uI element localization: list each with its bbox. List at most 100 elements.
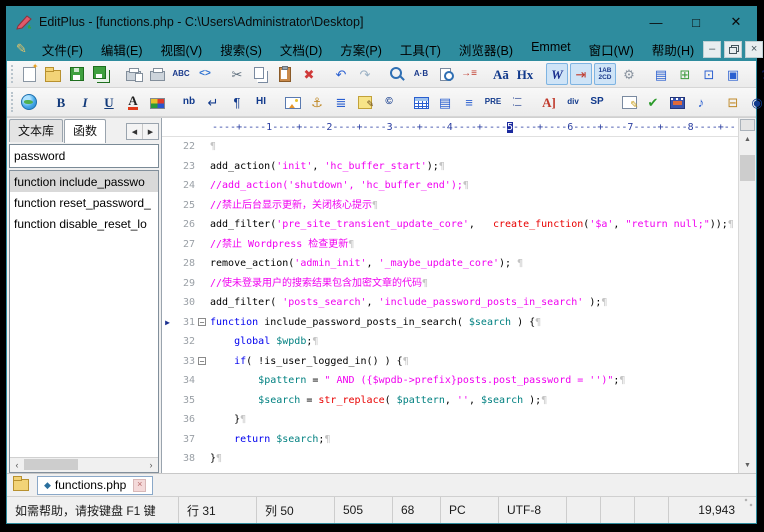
find-button[interactable] bbox=[386, 63, 408, 85]
radio-button-button[interactable]: ◉ bbox=[746, 91, 764, 113]
menu-item-1[interactable]: 文件(F) bbox=[33, 37, 92, 62]
case-toggle-button[interactable]: Aā bbox=[490, 63, 512, 85]
code-text[interactable]: $search = str_replace( $pattern, '', $se… bbox=[210, 391, 738, 411]
code-editor[interactable]: ----+----1----+----2----+----3----+----4… bbox=[161, 118, 738, 473]
image-button[interactable] bbox=[282, 91, 304, 113]
underline-button[interactable]: U bbox=[98, 91, 120, 113]
textarea-button[interactable]: ▤ bbox=[434, 91, 456, 113]
hscroll-track[interactable] bbox=[24, 458, 144, 472]
media-button[interactable] bbox=[666, 91, 688, 113]
tab-scroll-right-button[interactable]: ▶ bbox=[142, 124, 158, 139]
preferences-button[interactable]: ⚙ bbox=[618, 63, 640, 85]
function-list-item[interactable]: function disable_reset_lo bbox=[10, 213, 158, 234]
fold-marker-icon[interactable] bbox=[195, 313, 210, 333]
function-list-item[interactable]: function include_passwo bbox=[10, 171, 158, 192]
code-line[interactable]: 22¶ bbox=[162, 137, 738, 157]
title-bar[interactable]: EditPlus - [functions.php - C:\Users\Adm… bbox=[7, 7, 756, 37]
horizontal-rule-button[interactable]: ≣ bbox=[330, 91, 352, 113]
toolbar-drag-handle[interactable] bbox=[11, 65, 13, 83]
code-text[interactable]: add_action('init', 'hc_buffer_start');¶ bbox=[210, 157, 738, 177]
sidebar-tab-functions[interactable]: 函数 bbox=[64, 119, 106, 143]
form-edit-button[interactable] bbox=[618, 91, 640, 113]
close-button[interactable]: ✕ bbox=[716, 7, 756, 37]
user-tools-button[interactable]: ⊡ bbox=[698, 63, 720, 85]
sidebar-horizontal-scrollbar[interactable]: ‹› bbox=[10, 457, 158, 472]
font-color-button[interactable]: A bbox=[122, 91, 144, 113]
script-button[interactable]: ✔ bbox=[642, 91, 664, 113]
code-text[interactable]: return $search;¶ bbox=[210, 430, 738, 450]
code-line[interactable]: 23add_action('init', 'hc_buffer_start');… bbox=[162, 157, 738, 177]
paragraph-button[interactable]: ¶ bbox=[226, 91, 248, 113]
resize-grip[interactable] bbox=[743, 497, 756, 523]
code-text[interactable]: add_filter( 'posts_search', 'include_pas… bbox=[210, 293, 738, 313]
word-wrap-button[interactable]: W bbox=[546, 63, 568, 85]
scroll-down-arrow[interactable]: ▼ bbox=[739, 458, 756, 473]
save-button[interactable] bbox=[66, 63, 88, 85]
font-tag-button[interactable]: A] bbox=[538, 91, 560, 113]
undo-button[interactable]: ↶ bbox=[330, 63, 352, 85]
code-line[interactable]: 27//禁止 Wordpress 检查更新¶ bbox=[162, 235, 738, 255]
tab-scroll-left-button[interactable]: ◀ bbox=[127, 124, 142, 139]
sidebar-tab-cliptext[interactable]: 文本库 bbox=[9, 119, 63, 142]
new-file-button[interactable] bbox=[18, 63, 40, 85]
goto-line-button[interactable]: →≡ bbox=[458, 63, 480, 85]
tab-close-icon[interactable]: × bbox=[133, 479, 146, 492]
hex-viewer-button[interactable]: Hx bbox=[514, 63, 536, 85]
folder-icon[interactable] bbox=[13, 479, 29, 491]
open-file-button[interactable] bbox=[42, 63, 64, 85]
code-line[interactable]: 34 $pattern = " AND ({$wpdb->prefix}post… bbox=[162, 371, 738, 391]
menu-item-7[interactable]: 工具(T) bbox=[391, 37, 450, 62]
delete-button[interactable]: ✖ bbox=[298, 63, 320, 85]
toolbar-drag-handle[interactable] bbox=[11, 92, 13, 112]
code-line[interactable]: 29//使未登录用户的搜索结果包含加密文章的代码¶ bbox=[162, 274, 738, 294]
code-line[interactable]: 30add_filter( 'posts_search', 'include_p… bbox=[162, 293, 738, 313]
color-palette-button[interactable] bbox=[146, 91, 168, 113]
code-line[interactable]: 35 $search = str_replace( $pattern, '', … bbox=[162, 391, 738, 411]
code-text[interactable]: ¶ bbox=[210, 137, 738, 157]
div-tag-button[interactable]: div bbox=[562, 91, 584, 113]
code-line[interactable]: 26add_filter('pre_site_transient_update_… bbox=[162, 215, 738, 235]
code-text[interactable]: //禁止后台显示更新，关闭核心提示¶ bbox=[210, 196, 738, 216]
menu-item-3[interactable]: 视图(V) bbox=[152, 37, 212, 62]
code-line[interactable]: 25//禁止后台显示更新，关闭核心提示¶ bbox=[162, 196, 738, 216]
center-text-button[interactable]: ≡ bbox=[458, 91, 480, 113]
fieldset-button[interactable]: ⊟ bbox=[722, 91, 744, 113]
code-line[interactable]: 36 }¶ bbox=[162, 410, 738, 430]
fold-marker-icon[interactable] bbox=[195, 352, 210, 372]
code-text[interactable]: remove_action('admin_init', '_maybe_upda… bbox=[210, 254, 738, 274]
code-text[interactable]: $pattern = " AND ({$wpdb->prefix}posts.p… bbox=[210, 371, 738, 391]
italic-button[interactable]: I bbox=[74, 91, 96, 113]
code-line[interactable]: 37 return $search;¶ bbox=[162, 430, 738, 450]
code-text[interactable]: if( !is_user_logged_in() ) {¶ bbox=[210, 352, 738, 372]
print-button[interactable] bbox=[146, 63, 168, 85]
html-tags-button[interactable]: <> bbox=[194, 63, 216, 85]
scroll-thumb[interactable] bbox=[740, 155, 755, 181]
find-in-files-button[interactable] bbox=[434, 63, 456, 85]
function-list-item[interactable]: function reset_password_ bbox=[10, 192, 158, 213]
code-text[interactable]: //add_action('shutdown', 'hc_buffer_end'… bbox=[210, 176, 738, 196]
code-text[interactable]: global $wpdb;¶ bbox=[210, 332, 738, 352]
function-search-input[interactable] bbox=[9, 144, 159, 168]
mdi-close-button[interactable]: × bbox=[745, 41, 763, 58]
nbsp-button[interactable]: nb bbox=[178, 91, 200, 113]
line-break-button[interactable]: ↵ bbox=[202, 91, 224, 113]
document-list-button[interactable]: ▤ bbox=[650, 63, 672, 85]
code-line[interactable]: 33 if( !is_user_logged_in() ) {¶ bbox=[162, 352, 738, 372]
menu-item-11[interactable]: 帮助(H) bbox=[643, 37, 703, 62]
document-tab-functions-php[interactable]: ◆functions.php× bbox=[37, 476, 153, 495]
browser-window-button[interactable]: ▣ bbox=[722, 63, 744, 85]
anchor-button[interactable]: ⚓ bbox=[306, 91, 328, 113]
code-text[interactable]: function include_password_posts_in_searc… bbox=[210, 313, 738, 333]
menu-item-10[interactable]: 窗口(W) bbox=[580, 37, 643, 62]
span-tag-button[interactable]: SP bbox=[586, 91, 608, 113]
cut-button[interactable]: ✂ bbox=[226, 63, 248, 85]
replace-button[interactable]: A·B bbox=[410, 63, 432, 85]
maximize-button[interactable]: □ bbox=[676, 7, 716, 37]
code-line[interactable]: 24//add_action('shutdown', 'hc_buffer_en… bbox=[162, 176, 738, 196]
auto-indent-button[interactable]: ⇥ bbox=[570, 63, 592, 85]
pre-button[interactable]: PRE bbox=[482, 91, 504, 113]
mdi-minimize-button[interactable]: – bbox=[703, 41, 721, 58]
minimize-button[interactable]: — bbox=[636, 7, 676, 37]
scroll-track[interactable] bbox=[739, 147, 756, 458]
menu-item-6[interactable]: 方案(P) bbox=[331, 37, 391, 62]
